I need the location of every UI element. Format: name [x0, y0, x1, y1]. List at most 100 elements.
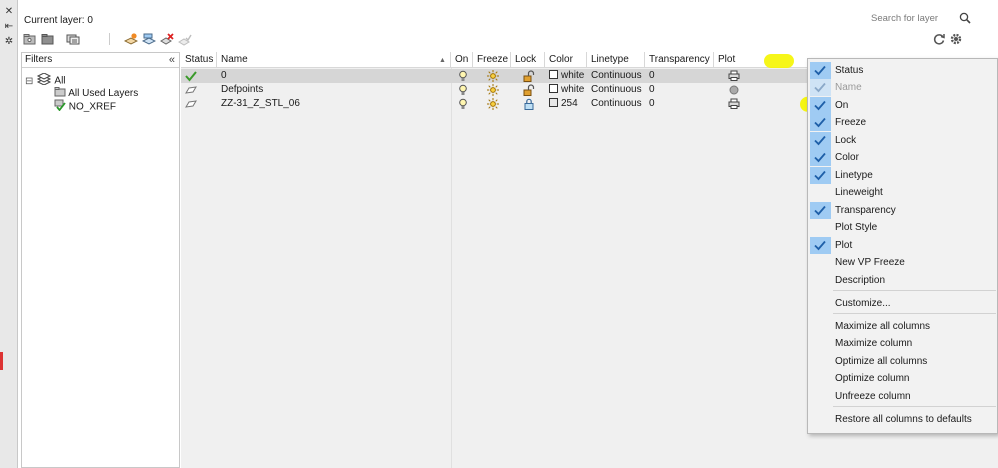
refresh-icon[interactable]: [932, 32, 946, 46]
layer-transparency[interactable]: 0: [649, 97, 655, 111]
layer-status-icon: [185, 84, 197, 96]
menu-item-restore-all-columns-to-defaults[interactable]: Restore all columns to defaults: [808, 411, 997, 428]
new-layer-vp-frozen-icon[interactable]: [141, 32, 157, 46]
column-header-name[interactable]: Name: [217, 52, 451, 68]
layer-name[interactable]: ZZ-31_Z_STL_06: [221, 97, 300, 111]
column-header-linetype[interactable]: Linetype: [587, 52, 645, 68]
menu-item-label: Maximize all columns: [835, 321, 931, 332]
delete-layer-icon[interactable]: [160, 32, 174, 46]
new-property-filter-icon[interactable]: [23, 32, 37, 46]
checkmark-icon: [810, 167, 831, 184]
menu-item-label: Lock: [835, 135, 857, 146]
menu-item-label: New VP Freeze: [835, 257, 905, 268]
unlocked-icon[interactable]: [523, 84, 535, 96]
menu-item-label: Customize...: [835, 298, 891, 309]
menu-item-plot-style[interactable]: Plot Style: [808, 219, 997, 236]
set-current-icon[interactable]: [178, 32, 192, 46]
lightbulb-on-icon[interactable]: [457, 84, 469, 96]
menu-item-label: Lineweight: [835, 187, 883, 198]
tree-label-all-used-layers: All Used Layers: [68, 88, 139, 100]
menu-item-label: Optimize column: [835, 373, 910, 384]
no-plot-icon[interactable]: [728, 84, 740, 96]
layer-color[interactable]: white: [549, 83, 584, 97]
menu-item-label: Freeze: [835, 117, 867, 128]
menu-item-optimize-all-columns[interactable]: Optimize all columns: [808, 353, 997, 370]
menu-item-freeze[interactable]: Freeze: [808, 114, 997, 131]
tree-node-all-used-layers[interactable]: All Used Layers: [54, 86, 138, 99]
menu-item-unfreeze-column[interactable]: Unfreeze column: [808, 388, 997, 405]
collapse-node-icon[interactable]: ⊟: [25, 75, 33, 88]
menu-item-transparency[interactable]: Transparency: [808, 202, 997, 219]
layer-transparency[interactable]: 0: [649, 83, 655, 97]
color-name: white: [561, 70, 585, 81]
layer-name[interactable]: Defpoints: [221, 83, 263, 97]
menu-separator: [833, 290, 996, 291]
properties-icon[interactable]: ✲: [3, 36, 15, 48]
sun-thawed-icon[interactable]: [487, 98, 499, 110]
menu-item-label: Linetype: [835, 170, 873, 181]
layer-name[interactable]: 0: [221, 69, 227, 83]
unlocked-icon[interactable]: [523, 70, 535, 82]
menu-item-lineweight[interactable]: Lineweight: [808, 184, 997, 201]
layer-states-manager-icon[interactable]: [66, 32, 80, 46]
search-icon[interactable]: [959, 12, 971, 24]
menu-item-label: Plot Style: [835, 222, 878, 233]
close-icon[interactable]: ✕: [3, 6, 15, 18]
layer-color[interactable]: 254: [549, 97, 578, 111]
checkmark-icon: [810, 114, 831, 131]
search-input[interactable]: [869, 11, 957, 25]
column-header-freeze[interactable]: Freeze: [473, 52, 511, 68]
menu-item-plot[interactable]: Plot: [808, 237, 997, 254]
lightbulb-on-icon[interactable]: [457, 98, 469, 110]
tree-node-all[interactable]: ⊟ All: [25, 72, 66, 88]
menu-item-label: Plot: [835, 240, 853, 251]
menu-item-status[interactable]: Status: [808, 62, 997, 79]
menu-item-label: Name: [835, 82, 862, 93]
collapse-panel-icon[interactable]: «: [169, 53, 175, 67]
menu-item-maximize-column[interactable]: Maximize column: [808, 335, 997, 352]
settings-icon[interactable]: [949, 32, 963, 46]
printer-icon[interactable]: [728, 70, 740, 82]
menu-item-maximize-all-columns[interactable]: Maximize all columns: [808, 318, 997, 335]
menu-item-label: Optimize all columns: [835, 356, 928, 367]
checked-filter-icon: [54, 99, 66, 115]
highlight-marker: [764, 54, 794, 68]
menu-item-linetype[interactable]: Linetype: [808, 167, 997, 184]
tree-label-all: All: [54, 75, 66, 87]
menu-item-color[interactable]: Color: [808, 149, 997, 166]
layer-linetype[interactable]: Continuous: [591, 97, 642, 111]
lightbulb-on-icon[interactable]: [457, 70, 469, 82]
tree-node-no-xref[interactable]: NO_XREF: [54, 99, 116, 115]
column-header-status[interactable]: Status: [181, 52, 217, 68]
column-header-transparency[interactable]: Transparency: [645, 52, 714, 68]
column-header-lock[interactable]: Lock: [511, 52, 545, 68]
menu-item-description[interactable]: Description: [808, 272, 997, 289]
palette-title-strip: ✕ ⇤ ✲: [0, 0, 18, 468]
checkmark-icon: [810, 202, 831, 219]
sun-thawed-icon[interactable]: [487, 70, 499, 82]
new-layer-icon[interactable]: [123, 32, 139, 46]
sun-thawed-icon[interactable]: [487, 84, 499, 96]
layer-transparency[interactable]: 0: [649, 69, 655, 83]
menu-item-on[interactable]: On: [808, 97, 997, 114]
menu-item-new-vp-freeze[interactable]: New VP Freeze: [808, 254, 997, 271]
auto-hide-icon[interactable]: ⇤: [3, 21, 15, 33]
checkmark-icon: [810, 149, 831, 166]
layer-linetype[interactable]: Continuous: [591, 83, 642, 97]
menu-item-lock[interactable]: Lock: [808, 132, 997, 149]
menu-item-name: Name: [808, 79, 997, 96]
menu-item-customize[interactable]: Customize...: [808, 295, 997, 312]
column-header-plot[interactable]: Plot: [714, 52, 754, 68]
locked-icon[interactable]: [523, 98, 535, 110]
menu-item-label: On: [835, 100, 849, 111]
color-swatch: [549, 98, 558, 107]
column-header-on[interactable]: On: [451, 52, 473, 68]
menu-item-optimize-column[interactable]: Optimize column: [808, 370, 997, 387]
search-box[interactable]: [868, 10, 972, 26]
color-swatch: [549, 70, 558, 79]
layer-color[interactable]: white: [549, 69, 584, 83]
new-group-filter-icon[interactable]: [41, 32, 55, 46]
column-header-color[interactable]: Color: [545, 52, 587, 68]
layer-linetype[interactable]: Continuous: [591, 69, 642, 83]
printer-icon[interactable]: [728, 98, 740, 110]
